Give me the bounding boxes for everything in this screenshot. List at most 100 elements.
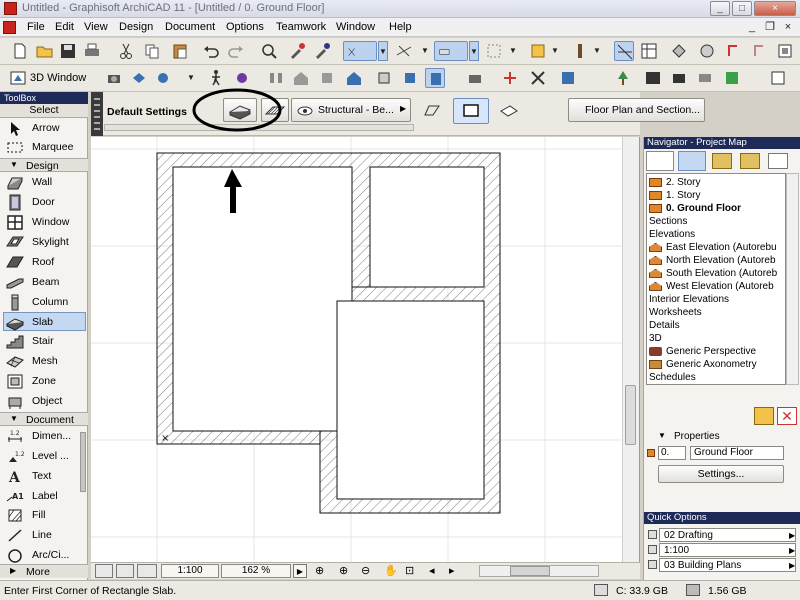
floor-plan-canvas[interactable]: × bbox=[91, 137, 640, 562]
tool-text[interactable]: A Text bbox=[4, 467, 84, 486]
explode-icon[interactable] bbox=[374, 68, 394, 88]
tool-slab[interactable]: Slab bbox=[3, 312, 86, 331]
tree-scrollbar[interactable] bbox=[786, 173, 799, 385]
hscroll-thumb[interactable] bbox=[510, 566, 550, 576]
layer-dropdown-icon[interactable]: ▼ bbox=[469, 41, 479, 61]
trace-reference-icon[interactable] bbox=[394, 41, 414, 61]
explore-icon[interactable] bbox=[232, 68, 252, 88]
nav-tree-item[interactable]: Generic Perspective bbox=[649, 345, 756, 358]
3d-elevation-icon[interactable] bbox=[465, 68, 485, 88]
menu-file[interactable]: File bbox=[27, 21, 45, 33]
sun-icon[interactable] bbox=[425, 68, 445, 88]
layer-combination-select[interactable]: 02 Drafting bbox=[659, 528, 796, 542]
previous-zoom-icon[interactable]: ◂ bbox=[429, 564, 435, 577]
view-map-icon[interactable] bbox=[678, 151, 706, 171]
tool-level-dimension[interactable]: 1.2 Level ... bbox=[4, 447, 84, 466]
room-bottom-right[interactable] bbox=[336, 300, 485, 500]
layer-combination-icon[interactable] bbox=[434, 41, 468, 61]
mdi-restore-button[interactable]: ❐ bbox=[762, 20, 778, 34]
walk-icon[interactable] bbox=[206, 68, 226, 88]
object-view-icon[interactable] bbox=[317, 68, 337, 88]
tool-line[interactable]: Line bbox=[4, 526, 84, 545]
grid-snap-icon[interactable] bbox=[484, 41, 504, 61]
quick-option-scale[interactable]: 1:100 ▶ bbox=[646, 543, 799, 557]
tool-mesh[interactable]: Mesh bbox=[4, 352, 84, 371]
tool-beam[interactable]: Beam bbox=[4, 273, 84, 292]
zoom-magnify-icon[interactable]: ⊕ bbox=[339, 564, 348, 577]
settings-button[interactable]: Settings... bbox=[658, 465, 784, 483]
preview-icon[interactable] bbox=[116, 564, 134, 578]
quick-option-layer[interactable]: 02 Drafting ▶ bbox=[646, 528, 799, 542]
next-zoom-icon[interactable]: ▸ bbox=[449, 564, 455, 577]
rectangle-geometry-button[interactable] bbox=[453, 98, 489, 124]
zoom-out-icon[interactable]: ⊖ bbox=[361, 564, 370, 577]
mdi-minimize-button[interactable]: _ bbox=[744, 20, 760, 34]
find-select-icon[interactable] bbox=[259, 41, 279, 61]
tool-fill[interactable]: Fill bbox=[4, 506, 84, 525]
floor-plan-section-button[interactable]: Floor Plan and Section... bbox=[568, 98, 705, 122]
layout-book-folder-icon[interactable] bbox=[712, 153, 732, 169]
tool-skylight[interactable]: Skylight bbox=[4, 233, 84, 252]
canvas-vertical-scrollbar[interactable] bbox=[622, 137, 639, 562]
tool-arc-circle[interactable]: Arc/Ci... bbox=[4, 546, 84, 565]
menu-view[interactable]: View bbox=[84, 21, 108, 33]
structural-function-selector[interactable]: Structural - Be... ▶ bbox=[291, 98, 411, 122]
zoom-arrow-icon[interactable]: ▶ bbox=[293, 564, 307, 578]
tool-settings-icon[interactable] bbox=[669, 41, 689, 61]
trace-dropdown-icon[interactable]: ▼ bbox=[420, 41, 430, 61]
new-folder-icon[interactable] bbox=[754, 407, 774, 425]
redo-icon[interactable] bbox=[226, 41, 246, 61]
house-icon[interactable] bbox=[291, 68, 311, 88]
quick-option-model-view[interactable]: 03 Building Plans ▶ bbox=[646, 558, 799, 572]
tool-label[interactable]: A1 Label bbox=[4, 487, 84, 506]
view-settings-icon[interactable] bbox=[95, 564, 113, 578]
cut-icon[interactable] bbox=[116, 41, 136, 61]
mark-up-icon[interactable] bbox=[724, 41, 744, 61]
columns-view-icon[interactable] bbox=[266, 68, 286, 88]
menu-edit[interactable]: Edit bbox=[55, 21, 74, 33]
delete-item-icon[interactable]: ✕ bbox=[777, 407, 797, 425]
design-section-header[interactable]: ▼ Design bbox=[0, 158, 88, 172]
canvas-horizontal-scrollbar[interactable] bbox=[479, 565, 599, 577]
pen-dropdown-icon[interactable]: ▼ bbox=[592, 41, 602, 61]
menu-document[interactable]: Document bbox=[165, 21, 215, 33]
project-map-tree[interactable]: 2. Story 1. Story 0. Ground Floor Sections E… bbox=[646, 173, 786, 385]
tool-door[interactable]: Door bbox=[4, 193, 84, 212]
document-section-header[interactable]: ▼ Document bbox=[0, 412, 88, 426]
navigation-dropdown-icon[interactable]: ▼ bbox=[186, 68, 196, 88]
nav-tree-item[interactable]: Details bbox=[649, 319, 680, 332]
maximize-button[interactable]: □ bbox=[732, 1, 752, 16]
nav-tree-item[interactable]: Sections bbox=[649, 215, 687, 228]
polygon-geometry-button[interactable] bbox=[418, 100, 446, 122]
tool-arrow[interactable]: Arrow bbox=[4, 119, 84, 138]
properties-id-field[interactable]: 0. bbox=[658, 446, 686, 460]
nav-tree-item[interactable]: 3D bbox=[649, 332, 662, 345]
menu-help[interactable]: Help bbox=[389, 21, 412, 33]
undo-icon[interactable] bbox=[201, 41, 221, 61]
zoom-in-icon[interactable]: ⊕ bbox=[315, 564, 324, 577]
info-box-grip[interactable] bbox=[91, 92, 103, 136]
tool-object[interactable]: Object bbox=[4, 392, 84, 411]
close-button[interactable]: × bbox=[754, 1, 796, 16]
camera-icon[interactable] bbox=[104, 68, 124, 88]
layout-book-icon[interactable] bbox=[768, 68, 788, 88]
tool-wall[interactable]: Wall bbox=[4, 173, 84, 192]
fit-window-icon[interactable]: ⊡ bbox=[405, 564, 414, 577]
gravity-dropdown-icon[interactable]: ▼ bbox=[378, 41, 388, 61]
publisher-folder-icon[interactable] bbox=[740, 153, 760, 169]
paste-icon[interactable] bbox=[170, 41, 190, 61]
wall-dropdown-icon[interactable]: ▼ bbox=[550, 41, 560, 61]
3d-tree-icon[interactable] bbox=[613, 68, 633, 88]
floor-plan-drawing[interactable]: × bbox=[91, 137, 622, 562]
table-icon[interactable] bbox=[639, 41, 659, 61]
grid-dropdown-icon[interactable]: ▼ bbox=[508, 41, 518, 61]
tool-window[interactable]: Window bbox=[4, 213, 84, 232]
nav-tree-item[interactable]: 2. Story bbox=[649, 176, 700, 189]
redline-icon[interactable] bbox=[750, 41, 770, 61]
room-top-right[interactable] bbox=[369, 166, 485, 288]
pan-icon[interactable]: ✋ bbox=[384, 564, 398, 577]
rotated-rectangle-button[interactable] bbox=[495, 100, 523, 122]
grid-display-icon[interactable] bbox=[614, 41, 634, 61]
save-icon[interactable] bbox=[58, 41, 78, 61]
wall-element-icon[interactable] bbox=[528, 41, 548, 61]
